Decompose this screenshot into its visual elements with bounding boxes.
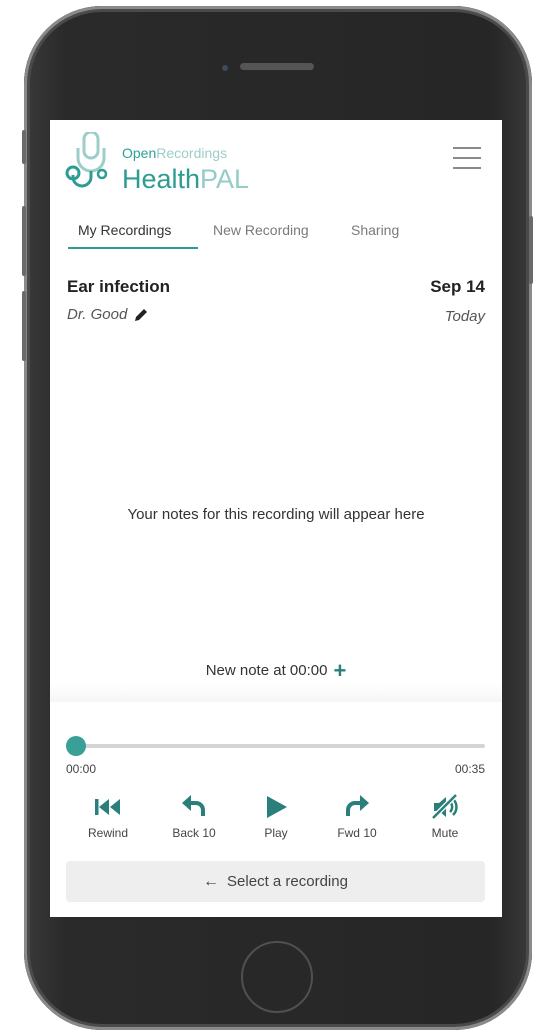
tab-my-recordings[interactable]: My Recordings: [78, 222, 171, 238]
silent-switch: [22, 130, 26, 164]
progress-track[interactable]: [76, 744, 485, 748]
volume-up-button: [22, 206, 26, 276]
redo-arrow-icon: [346, 795, 369, 816]
tab-sharing[interactable]: Sharing: [351, 222, 399, 238]
new-note-button[interactable]: New note at 00:00 +: [50, 658, 502, 684]
menu-icon[interactable]: [453, 147, 481, 169]
fwd-10-button[interactable]: Fwd 10: [327, 792, 387, 840]
mute-button[interactable]: Mute: [415, 792, 475, 840]
home-button[interactable]: [241, 941, 313, 1013]
brand-subtitle: OpenRecordings: [122, 145, 227, 161]
stethoscope-microphone-logo-icon: [65, 132, 108, 188]
volume-down-button: [22, 291, 26, 361]
pencil-edit-icon[interactable]: [133, 307, 149, 323]
mute-label: Mute: [431, 826, 459, 840]
brand-subtitle-open: Open: [122, 145, 157, 161]
undo-arrow-icon: [182, 795, 205, 816]
back-10-label: Back 10: [172, 826, 216, 840]
front-camera: [222, 65, 228, 71]
progress-knob[interactable]: [66, 736, 86, 756]
volume-off-icon: [431, 793, 458, 820]
back-10-button[interactable]: Back 10: [164, 792, 224, 840]
brand-title: HealthPAL: [122, 164, 249, 195]
tab-new-recording[interactable]: New Recording: [213, 222, 309, 238]
brand-subtitle-recordings: Recordings: [156, 145, 228, 161]
new-note-label: New note at 00:00: [205, 662, 328, 679]
plus-icon: +: [333, 658, 347, 683]
rewind-label: Rewind: [87, 826, 129, 840]
total-duration: 00:35: [454, 762, 485, 776]
recording-doctor: Dr. Good: [67, 306, 149, 323]
recording-title: Ear infection: [67, 277, 170, 296]
active-tab-indicator: [68, 247, 198, 249]
brand-title-health: Health: [122, 164, 201, 194]
play-button[interactable]: Play: [246, 792, 306, 840]
current-time: 00:00: [66, 762, 97, 776]
rewind-button[interactable]: Rewind: [78, 792, 138, 840]
select-recording-label: Select a recording: [227, 873, 348, 890]
fwd-10-label: Fwd 10: [337, 826, 377, 840]
divider-shadow: [50, 684, 502, 702]
recording-date: Sep 14: [430, 277, 485, 296]
doctor-name: Dr. Good: [67, 306, 128, 323]
app-screen: OpenRecordings HealthPAL My Recordings N…: [50, 120, 502, 917]
play-icon: [267, 796, 287, 818]
select-recording-button[interactable]: ← Select a recording: [66, 861, 485, 902]
brand-title-pal: PAL: [200, 164, 250, 194]
skip-back-icon: [95, 799, 120, 815]
power-button: [529, 216, 533, 284]
tab-bar: My Recordings New Recording Sharing: [68, 216, 488, 250]
notes-placeholder: Your notes for this recording will appea…: [127, 506, 425, 523]
recording-day: Today: [444, 308, 485, 325]
earpiece-speaker: [240, 63, 314, 70]
play-label: Play: [264, 826, 288, 840]
audio-player: 00:00 00:35 Rewind Back 10 Play Fwd 10 M…: [50, 702, 502, 917]
arrow-left-icon: ←: [203, 873, 220, 890]
